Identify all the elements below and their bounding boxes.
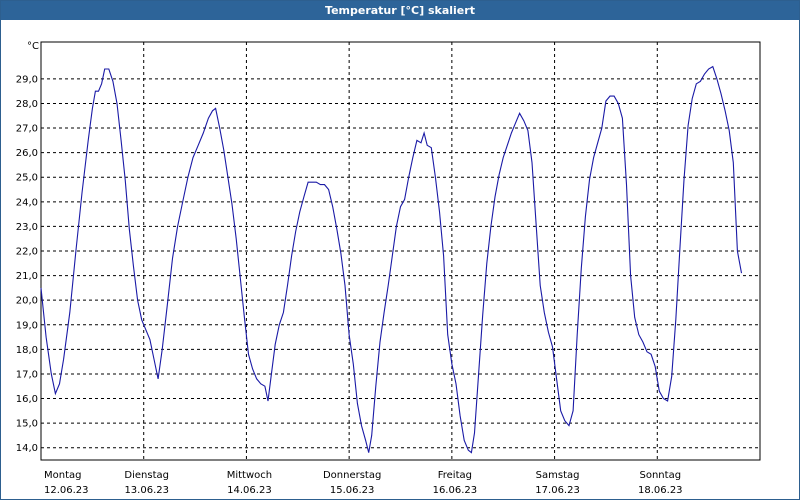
y-tick-label: 28,0 [16, 99, 38, 110]
x-tick-date: 14.06.23 [227, 485, 272, 496]
y-axis-label: °C [27, 41, 39, 52]
y-tick-label: 14,0 [16, 443, 38, 454]
y-tick-label: 19,0 [16, 320, 38, 331]
temperature-series-line [40, 65, 743, 454]
x-tick-day: Freitag [438, 470, 472, 481]
y-tick-label: 18,0 [16, 345, 38, 356]
y-tick-label: 26,0 [16, 148, 38, 159]
x-tick-date: 13.06.23 [124, 485, 169, 496]
x-tick-date: 12.06.23 [44, 485, 89, 496]
x-tick-date: 17.06.23 [535, 485, 580, 496]
x-tick-day: Montag [44, 470, 81, 481]
plot-frame [40, 41, 761, 461]
y-tick-label: 17,0 [16, 369, 38, 380]
x-tick-date: 16.06.23 [433, 485, 478, 496]
x-tick-day: Sonntag [640, 470, 682, 481]
x-tick-day: Dienstag [124, 470, 169, 481]
y-tick-label: 16,0 [16, 394, 38, 405]
y-tick-label: 22,0 [16, 247, 38, 258]
y-tick-label: 24,0 [16, 197, 38, 208]
y-tick-label: 25,0 [16, 173, 38, 184]
x-tick-day: Donnerstag [323, 470, 381, 481]
y-tick-label: 15,0 [16, 419, 38, 430]
y-tick-label: 21,0 [16, 271, 38, 282]
y-tick-label: 20,0 [16, 296, 38, 307]
y-tick-label: 29,0 [16, 74, 38, 85]
y-tick-label: 23,0 [16, 222, 38, 233]
chart-window: Temperatur [°C] skaliert 14,0 15,0 16,0 17,… [0, 0, 800, 500]
x-tick-day: Mittwoch [227, 470, 272, 481]
x-tick-day: Samstag [536, 470, 580, 481]
x-tick-date: 15.06.23 [330, 485, 375, 496]
y-tick-label: 27,0 [16, 124, 38, 135]
temperature-chart: 14,0 15,0 16,0 17,0 18,0 19,0 20,0 21,0 22,0 23,0… [16, 41, 761, 496]
x-tick-date: 18.06.23 [638, 485, 683, 496]
